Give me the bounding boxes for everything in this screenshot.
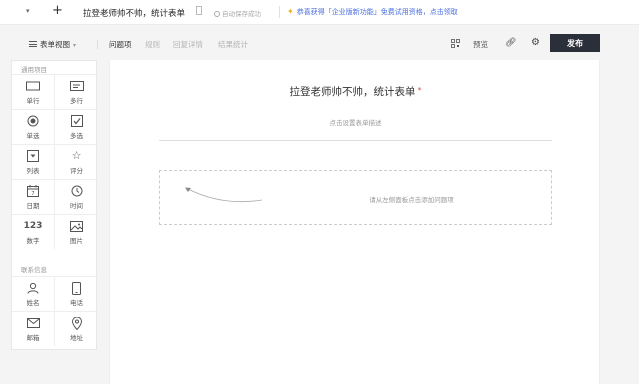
item-label: 评分 xyxy=(70,167,83,175)
person-icon xyxy=(27,281,39,295)
number-icon: 123 xyxy=(23,221,43,231)
item-address[interactable]: 地址 xyxy=(55,311,98,346)
menu-icon xyxy=(29,41,37,47)
item-label: 数字 xyxy=(26,237,40,245)
link-icon[interactable]: 🔗︎ xyxy=(505,38,516,48)
question-dropzone[interactable]: 请从左侧面板点击添加问题项 xyxy=(159,170,552,225)
item-label: 姓名 xyxy=(26,299,40,307)
dropzone-hint: 请从左侧面板点击添加问题项 xyxy=(369,196,454,204)
gift-icon: ✦ xyxy=(287,7,294,16)
item-image[interactable]: 图片 xyxy=(55,214,98,249)
item-multi-line[interactable]: 多行 xyxy=(55,74,98,109)
tab-questions[interactable]: 问题项 xyxy=(109,39,132,50)
item-number[interactable]: 123 数字 xyxy=(12,214,55,249)
calendar-icon: 7 xyxy=(27,184,39,198)
tab-rules[interactable]: 规则 xyxy=(145,39,160,50)
top-bar: ▾ + 拉登老师帅不帅，统计表单 自动保存成功 ✦ 恭喜获得「企业版新功能」免费试… xyxy=(0,0,639,25)
section-title-general: 通用项目 xyxy=(21,66,47,74)
location-icon xyxy=(71,316,82,330)
clock-icon xyxy=(71,184,83,198)
contact-items-grid: 姓名 电话 邮箱 地址 xyxy=(12,276,98,346)
item-label: 时间 xyxy=(70,202,83,210)
form-title-text: 拉登老师帅不帅，统计表单 xyxy=(289,86,416,98)
multi-line-icon xyxy=(69,79,84,93)
required-mark: * xyxy=(417,86,422,95)
item-dropdown[interactable]: 列表 xyxy=(12,144,55,179)
item-label: 电话 xyxy=(70,299,83,307)
publish-button[interactable]: 发布 xyxy=(550,34,600,52)
item-label: 列表 xyxy=(26,167,40,175)
single-line-icon xyxy=(26,79,40,93)
qr-code-icon[interactable] xyxy=(451,39,460,48)
save-status-text: 自动保存成功 xyxy=(222,10,261,18)
radio-icon xyxy=(27,114,39,128)
item-label: 图片 xyxy=(70,237,83,245)
mail-icon xyxy=(26,316,40,330)
promo-text: 恭喜获得「企业版新功能」免费试用资格，点击领取 xyxy=(296,8,458,16)
preview-button[interactable]: 预览 xyxy=(473,39,488,50)
item-time[interactable]: 时间 xyxy=(55,179,98,214)
divider xyxy=(279,6,280,18)
promo-link[interactable]: ✦ 恭喜获得「企业版新功能」免费试用资格，点击领取 xyxy=(287,7,458,17)
tab-replies[interactable]: 回复详情 xyxy=(173,39,203,50)
add-icon[interactable]: + xyxy=(52,4,63,18)
item-label: 单行 xyxy=(26,97,40,105)
form-canvas: 拉登老师帅不帅，统计表单 * 点击设置表单描述 请从左侧面板点击添加问题项 xyxy=(109,60,600,384)
section-title-contact: 联系信息 xyxy=(21,266,47,274)
view-mode-dropdown[interactable]: 表单视图 ▾ xyxy=(29,39,76,50)
save-status: 自动保存成功 xyxy=(214,8,261,18)
checkbox-icon xyxy=(70,114,83,128)
item-email[interactable]: 邮箱 xyxy=(12,311,55,346)
item-label: 日期 xyxy=(26,202,40,210)
form-description[interactable]: 点击设置表单描述 xyxy=(110,117,601,127)
bookmark-icon[interactable] xyxy=(196,6,202,15)
form-name[interactable]: 拉登老师帅不帅，统计表单 xyxy=(83,7,185,19)
image-icon xyxy=(70,219,83,233)
svg-text:7: 7 xyxy=(31,191,34,197)
item-single-line[interactable]: 单行 xyxy=(12,74,55,109)
item-label: 邮箱 xyxy=(26,334,40,342)
phone-icon xyxy=(72,281,81,295)
view-mode-label: 表单视图 xyxy=(40,40,70,49)
item-label: 多行 xyxy=(70,97,83,105)
caret-down-icon: ▾ xyxy=(73,42,77,49)
item-checkbox[interactable]: 多选 xyxy=(55,109,98,144)
item-radio[interactable]: 单选 xyxy=(12,109,55,144)
dropdown-icon xyxy=(27,149,39,163)
item-rating[interactable]: ☆ 评分 xyxy=(55,144,98,179)
tab-stats[interactable]: 结果统计 xyxy=(218,39,248,50)
item-label: 地址 xyxy=(70,334,83,342)
toolbar: 表单视图 ▾ 问题项 规则 回复详情 结果统计 预览 🔗︎ ⚙ xyxy=(0,31,639,55)
question-type-panel: 通用项目 单行 多行 单选 多选 列表 ☆ 评分 7 日期 时间 123 数字 … xyxy=(11,60,98,350)
star-icon: ☆ xyxy=(71,149,82,162)
check-circle-icon xyxy=(214,11,220,17)
item-label: 单选 xyxy=(26,132,40,140)
form-title[interactable]: 拉登老师帅不帅，统计表单 * xyxy=(110,84,601,99)
gear-icon[interactable]: ⚙ xyxy=(531,37,540,48)
item-date[interactable]: 7 日期 xyxy=(12,179,55,214)
dropdown-arrow-icon[interactable]: ▾ xyxy=(26,7,30,15)
item-name[interactable]: 姓名 xyxy=(12,276,55,311)
general-items-grid: 单行 多行 单选 多选 列表 ☆ 评分 7 日期 时间 123 数字 图片 xyxy=(12,74,98,249)
divider xyxy=(97,40,98,49)
item-phone[interactable]: 电话 xyxy=(55,276,98,311)
divider xyxy=(159,140,552,141)
item-label: 多选 xyxy=(70,132,83,140)
